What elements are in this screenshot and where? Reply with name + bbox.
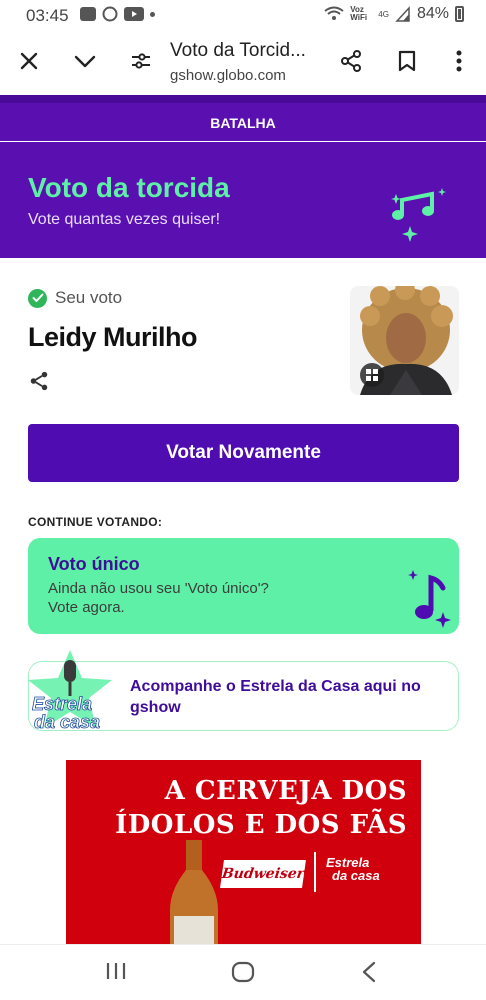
voto-unico-text-line2: Vote agora. — [48, 599, 125, 616]
candidate-name: Leidy Murilho — [28, 322, 198, 352]
close-icon[interactable] — [14, 46, 44, 76]
vote-status-label: Seu voto — [55, 288, 123, 307]
beer-bottle-image — [170, 840, 218, 945]
share-icon[interactable] — [336, 46, 366, 76]
status-right: Voz WiFi 4G 84% — [324, 5, 464, 23]
voto-unico-card[interactable]: Voto único Ainda não usou seu 'Voto únic… — [28, 538, 459, 634]
battery-icon — [455, 6, 464, 22]
signal-icon — [395, 6, 410, 22]
ad-partner-logo: Estrela da casa — [326, 856, 380, 882]
chevron-down-icon[interactable] — [70, 46, 100, 76]
hero-banner: Voto da torcida Vote quantas vezes quise… — [0, 142, 486, 258]
tab-batalha-label: BATALHA — [210, 115, 276, 131]
network-4g-label: 4G — [378, 9, 389, 19]
home-icon[interactable] — [231, 961, 255, 988]
status-time: 03:45 — [26, 6, 69, 25]
status-bar: 03:45 Voz WiFi 4G 84% — [0, 0, 486, 30]
network-label: Voz WiFi — [350, 5, 368, 22]
page-title[interactable]: Voto da Torcid... — [170, 40, 306, 62]
page-url[interactable]: gshow.globo.com — [170, 67, 286, 84]
estrela-da-casa-text: Acompanhe o Estrela da Casa aqui no gsho… — [130, 678, 421, 716]
candidate-photo-badge-icon — [360, 363, 384, 387]
ad-separator — [314, 852, 316, 892]
estrela-da-casa-logo: Estrela da casa — [14, 646, 126, 736]
estrela-logo-line1: Estrela — [32, 694, 92, 714]
notification-icons — [80, 6, 155, 22]
vote-status: Seu voto — [28, 288, 122, 308]
recent-apps-icon[interactable] — [105, 961, 127, 986]
advertisement-banner[interactable]: A CERVEJA DOS ÍDOLOS E DOS FÃS Budweiser… — [66, 760, 421, 945]
voto-unico-text-line1: Ainda não usou seu 'Voto único'? — [48, 580, 269, 597]
voto-unico-title: Voto único — [48, 554, 140, 574]
ad-headline-line2: ÍDOLOS E DOS FÃS — [115, 810, 407, 840]
browser-toolbar: Voto da Torcid... gshow.globo.com — [0, 30, 486, 94]
ad-brand-logo: Budweiser — [220, 860, 306, 888]
youtube-icon — [124, 7, 144, 21]
battery-percent: 84% — [416, 5, 449, 22]
more-icon[interactable] — [444, 46, 474, 76]
bookmark-icon[interactable] — [392, 46, 422, 76]
ad-headline-line1: A CERVEJA DOS — [164, 776, 407, 806]
vote-again-button[interactable]: Votar Novamente — [28, 424, 459, 482]
wifi-icon — [324, 6, 344, 20]
back-icon[interactable] — [360, 961, 378, 988]
gallery-icon — [80, 7, 96, 21]
music-note-icon — [408, 570, 451, 628]
check-icon — [28, 288, 47, 308]
continue-voting-label: CONTINUE VOTANDO: — [28, 515, 163, 529]
system-navigation-bar — [0, 944, 486, 1000]
tab-batalha[interactable]: BATALHA — [0, 95, 486, 141]
more-notifications-icon — [150, 11, 155, 17]
whatsapp-icon — [102, 6, 118, 22]
music-notes-icon — [391, 188, 446, 242]
ad-partner-line2: da casa — [332, 868, 380, 883]
hero-subtitle: Vote quantas vezes quiser! — [28, 211, 221, 228]
hero-title: Voto da torcida — [28, 172, 230, 203]
share-vote-icon[interactable] — [28, 370, 50, 397]
candidate-photo — [350, 286, 459, 395]
estrela-logo-line2: da casa — [34, 712, 100, 732]
site-settings-icon[interactable] — [126, 46, 156, 76]
